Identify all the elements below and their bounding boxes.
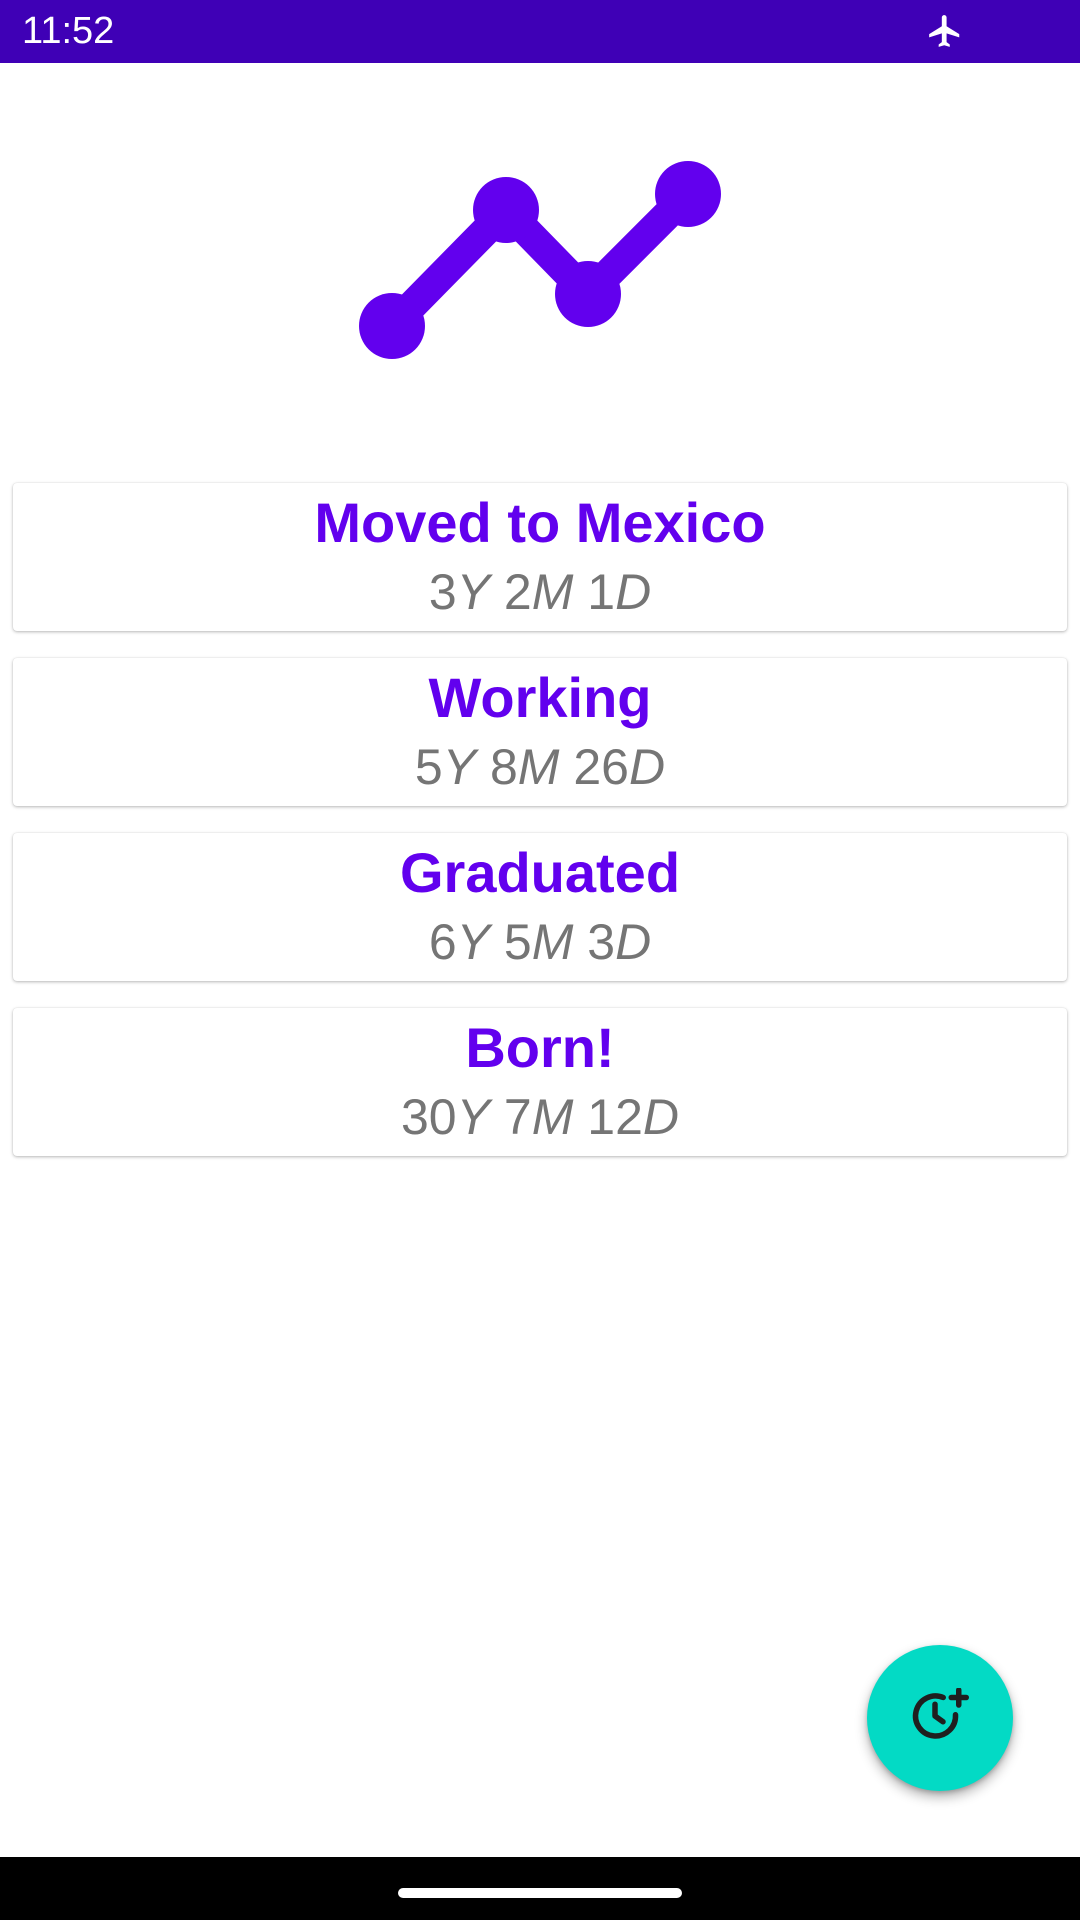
event-card[interactable]: Graduated 6Y 5M 3D (13, 833, 1067, 981)
home-gesture-handle[interactable] (398, 1888, 682, 1898)
event-title: Graduated (399, 841, 681, 904)
event-duration: 5Y 8M 26D (414, 739, 666, 795)
airplane-mode-icon (929, 15, 960, 47)
event-duration: 6Y 5M 3D (428, 914, 652, 970)
status-time: 11:52 (22, 10, 115, 52)
event-card[interactable]: Working 5Y 8M 26D (13, 658, 1067, 806)
event-title: Moved to Mexico (314, 491, 766, 554)
event-card[interactable]: Moved to Mexico 3Y 2M 1D (13, 483, 1067, 631)
add-event-button[interactable] (867, 1645, 1013, 1791)
event-title: Working (428, 666, 652, 729)
event-title: Born! (465, 1016, 615, 1079)
event-duration: 3Y 2M 1D (428, 564, 652, 620)
event-card[interactable]: Born! 30Y 7M 12D (13, 1008, 1067, 1156)
event-duration: 30Y 7M 12D (401, 1089, 679, 1145)
add-clock-icon (912, 1688, 969, 1739)
timeline-chart-icon (359, 161, 721, 359)
status-bar: 11:52 (0, 0, 1080, 63)
